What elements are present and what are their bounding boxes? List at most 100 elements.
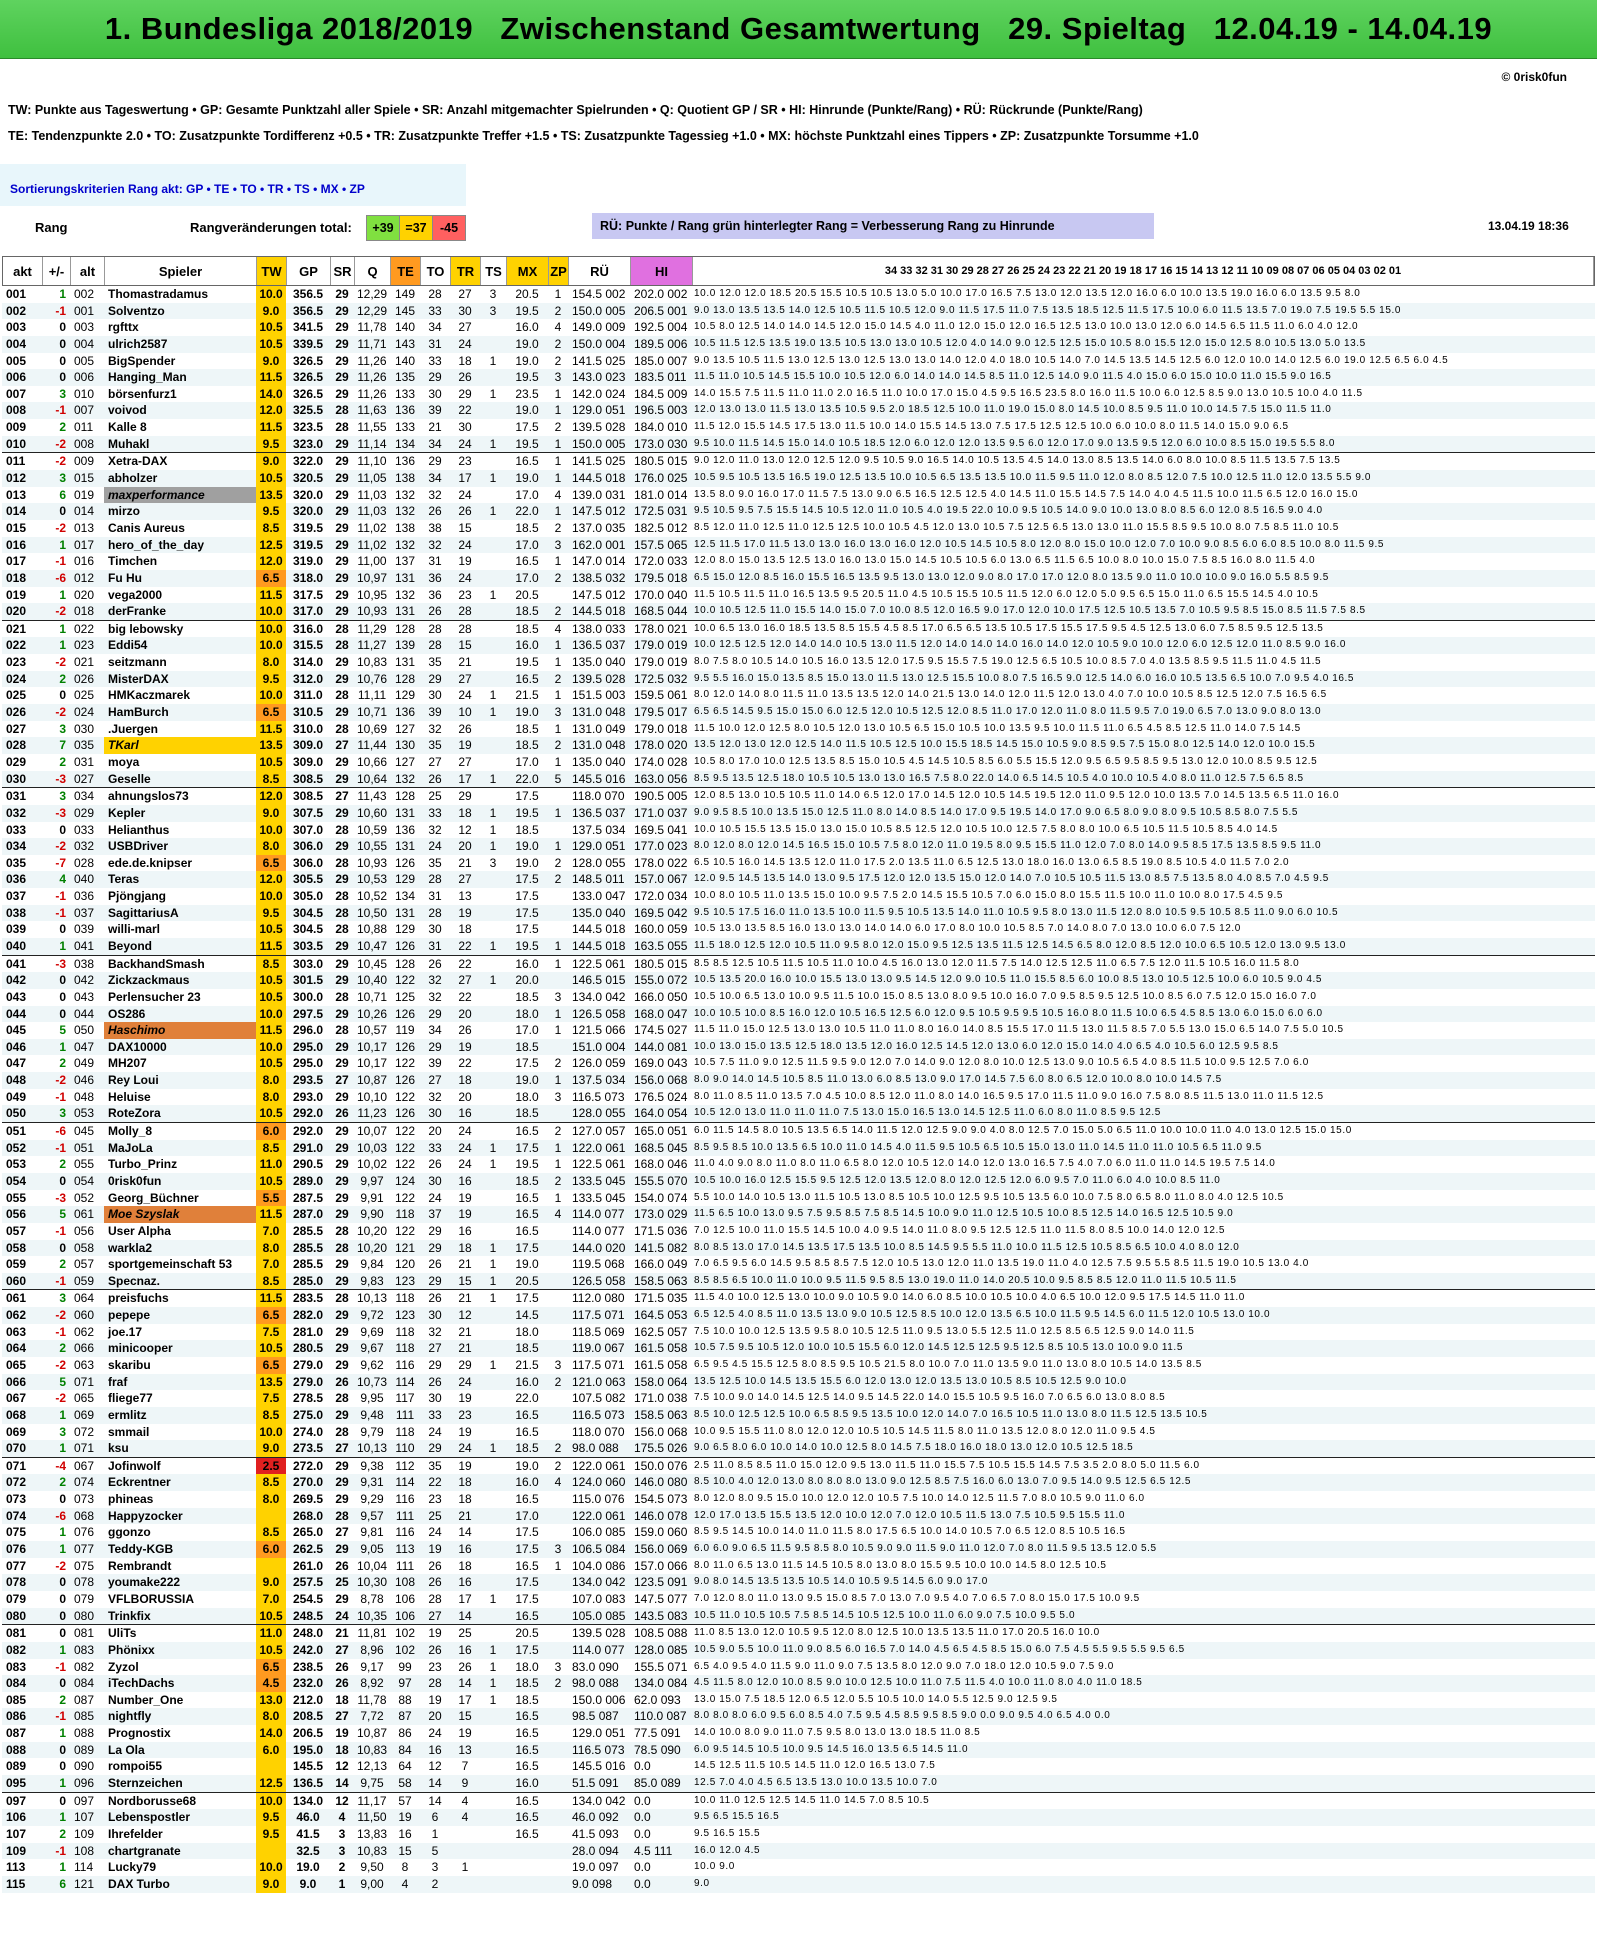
cell-ru: 28.0 094 xyxy=(572,1843,619,1858)
cell-hi: 179.0 019 xyxy=(634,655,688,670)
cell-mx: 18.5 xyxy=(515,1106,539,1121)
cell-akt: 042 xyxy=(6,973,27,988)
cell-tw: 10.0 xyxy=(256,637,286,655)
cell-to: 28 xyxy=(428,905,442,920)
cell-q: 10,26 xyxy=(356,1006,388,1021)
cell-name: ermlitz xyxy=(108,1407,147,1422)
cell-sr: 29 xyxy=(335,1407,349,1422)
cell-name: Kepler xyxy=(108,805,146,820)
cell-md: 6.5 4.0 9.5 4.0 11.5 9.0 11.0 9.0 7.5 13… xyxy=(694,1660,1114,1672)
cell-tw: 7.0 xyxy=(256,1222,286,1240)
table-row: 113 1 114 Lucky79 10.0 19.0 2 9,50 8 3 1 19.0 097 0.… xyxy=(2,1859,1595,1876)
cell-te: 136 xyxy=(394,403,416,418)
cell-md: 8.0 11.0 6.5 13.0 11.5 14.5 10.5 8.0 13.… xyxy=(694,1559,1107,1571)
cell-hi: 62.0 093 xyxy=(634,1692,681,1707)
cell-name: Fu Hu xyxy=(108,570,142,585)
table-row: 086 -1 085 nightfly 8.0 208.5 27 7,72 87 20 15 16.5… xyxy=(2,1708,1595,1726)
cell-alt: 076 xyxy=(74,1525,95,1540)
cell-md: 6.0 11.5 14.5 8.0 10.5 13.5 6.5 14.0 11.… xyxy=(694,1125,1352,1137)
cell-pm: 0 xyxy=(59,1608,66,1623)
cell-akt: 028 xyxy=(6,738,27,753)
cell-q: 10,02 xyxy=(356,1157,388,1172)
cell-name: Georg_Büchner xyxy=(108,1190,199,1205)
cell-hi: 196.5 003 xyxy=(634,403,688,418)
cell-mx: 20.5 xyxy=(515,1626,539,1641)
cell-ru: 9.0 098 xyxy=(572,1876,613,1891)
cell-sr: 28 xyxy=(335,1391,349,1406)
cell-to: 29 xyxy=(428,1223,442,1238)
cell-gp: 307.0 xyxy=(292,822,324,837)
cell-hi: 158.0 064 xyxy=(634,1374,688,1389)
cell-sr: 26 xyxy=(335,1374,349,1389)
cell-q: 9,05 xyxy=(360,1542,384,1557)
cell-ru: 116.5 073 xyxy=(572,1407,625,1422)
cell-q: 12,29 xyxy=(356,287,388,301)
table-row: 037 -1 036 Pjöngjang 10.0 305.0 28 10,52 134 31 13… xyxy=(2,888,1595,905)
column-header: +/- xyxy=(43,257,71,285)
cell-pm: 1 xyxy=(59,938,66,953)
cell-name: SagittariusA xyxy=(108,905,179,920)
cell-zp xyxy=(548,1307,568,1324)
cell-hi: 0.0 xyxy=(634,1876,651,1891)
cell-md: 12.0 8.5 13.0 10.5 10.5 11.0 14.0 6.5 12… xyxy=(694,790,1340,802)
cell-to: 28 xyxy=(428,638,442,653)
cell-q: 10,13 xyxy=(356,1441,388,1456)
cell-sr: 29 xyxy=(335,805,349,820)
cell-akt: 036 xyxy=(6,872,27,887)
cell-gp: 206.5 xyxy=(292,1726,324,1741)
cell-tr: 22 xyxy=(458,403,472,418)
cell-q: 8,78 xyxy=(360,1591,384,1606)
cell-te: 131 xyxy=(394,655,416,670)
cell-tr: 21 xyxy=(458,1324,472,1339)
cell-name: Pjöngjang xyxy=(108,889,166,904)
cell-tw: 9.0 xyxy=(256,302,286,320)
cell-zp xyxy=(548,1039,568,1056)
cell-zp: 2 xyxy=(554,1374,562,1389)
cell-ts: 1 xyxy=(489,1157,497,1172)
cell-pm: 2 xyxy=(59,671,66,686)
cell-ts xyxy=(480,1876,506,1893)
cell-tw: 9.0 xyxy=(256,1440,286,1457)
cell-alt: 055 xyxy=(74,1157,95,1172)
cell-to: 29 xyxy=(428,1039,442,1054)
cell-pm: 0 xyxy=(59,504,66,519)
cell-ru: 124.0 060 xyxy=(572,1475,626,1490)
cell-mx: 18.0 xyxy=(515,1089,539,1104)
table-row: 031 3 034 ahnungslos73 12.0 308.5 27 11,43 128 25… xyxy=(2,787,1595,805)
cell-ru: 141.5 025 xyxy=(572,454,626,469)
cell-te: 149 xyxy=(394,287,416,301)
cell-sr: 12 xyxy=(335,1759,349,1774)
cell-q: 11,05 xyxy=(357,471,387,486)
cell-pm: 0 xyxy=(59,922,66,937)
cell-to: 29 xyxy=(428,1006,442,1021)
cell-name: Teddy-KGB xyxy=(108,1542,174,1557)
cell-akt: 008 xyxy=(6,403,27,418)
cell-pm: 2 xyxy=(59,1692,66,1707)
cell-ts xyxy=(480,1390,506,1407)
cell-q: 10,71 xyxy=(356,705,388,720)
cell-pm: -2 xyxy=(55,454,66,469)
cell-to: 28 xyxy=(428,287,442,301)
cell-tw: 10.0 xyxy=(256,1859,286,1876)
cell-md: 10.5 8.0 12.5 14.0 14.0 14.5 12.0 15.0 1… xyxy=(694,321,1359,333)
cell-alt: 009 xyxy=(74,454,95,469)
cell-name: Phönixx xyxy=(108,1642,155,1657)
cell-zp: 1 xyxy=(554,655,562,670)
cell-name: seitzmann xyxy=(108,655,167,670)
cell-q: 9,81 xyxy=(360,1525,384,1540)
cell-tr: 26 xyxy=(458,1023,472,1038)
cell-gp: 291.0 xyxy=(292,1140,324,1155)
cell-ru: 122.0 061 xyxy=(572,1508,626,1523)
cell-gp: 315.5 xyxy=(292,638,324,653)
cell-zp: 1 xyxy=(554,554,562,569)
cell-q: 9,83 xyxy=(360,1273,384,1288)
cell-alt: 049 xyxy=(74,1056,95,1071)
cell-tr: 30 xyxy=(458,420,472,435)
cell-ru: 46.0 092 xyxy=(572,1810,619,1825)
cell-akt: 003 xyxy=(6,320,27,335)
cell-te: 132 xyxy=(394,504,416,519)
cell-alt: 007 xyxy=(74,403,95,418)
cell-sr: 29 xyxy=(335,1207,349,1222)
cell-tw: 4.5 xyxy=(256,1675,286,1692)
cell-q: 10,83 xyxy=(356,1742,388,1757)
